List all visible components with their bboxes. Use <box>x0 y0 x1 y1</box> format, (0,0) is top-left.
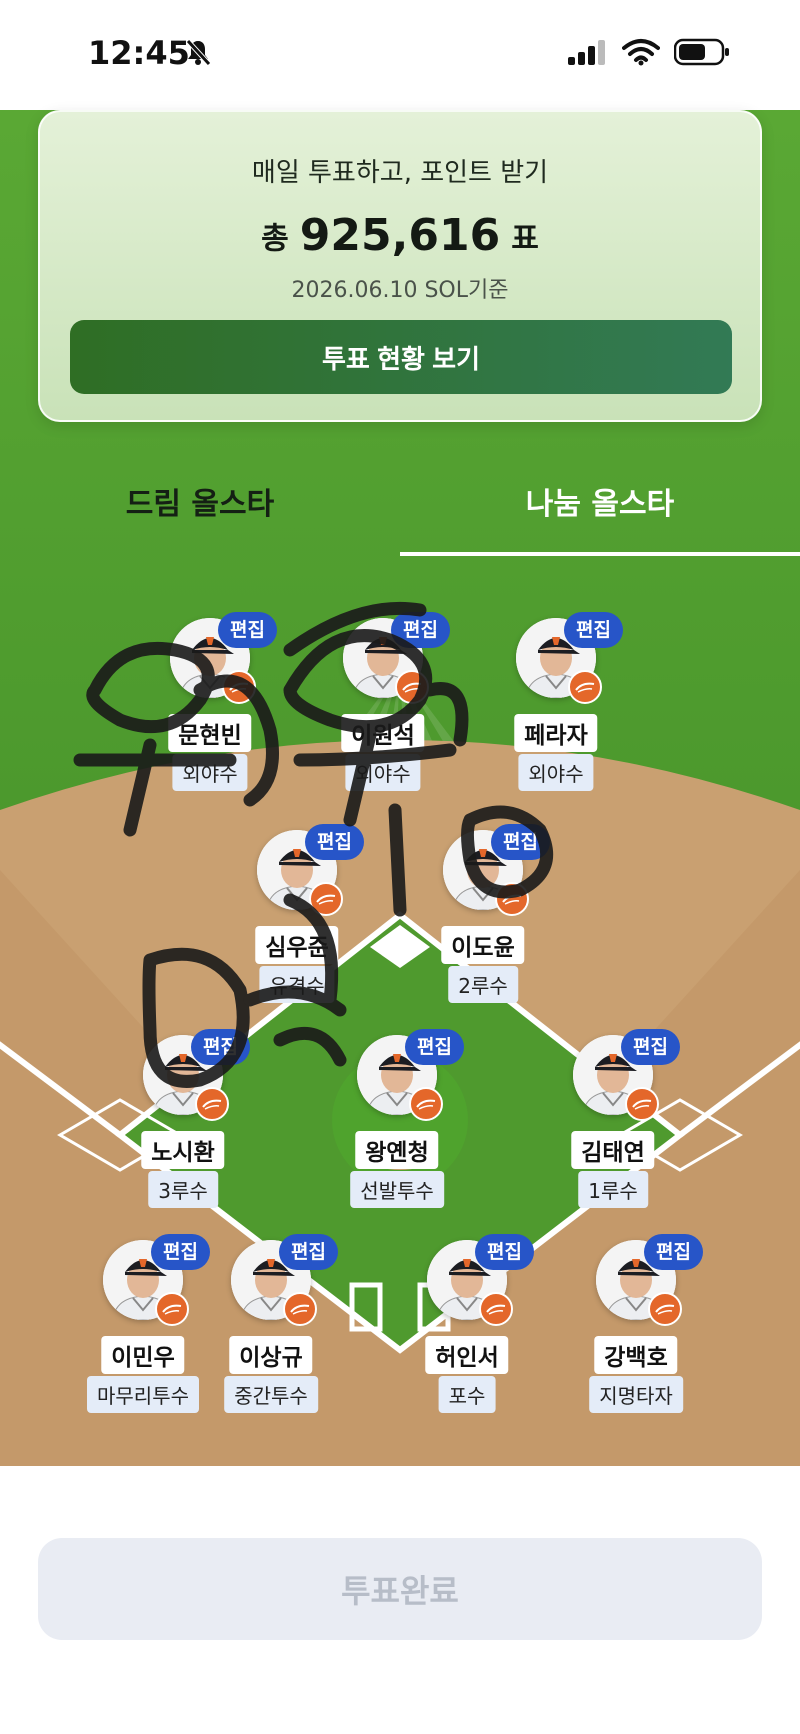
tab-nanum-allstar[interactable]: 나눔 올스타 <box>400 462 800 554</box>
edit-button[interactable]: 편집 <box>191 1029 250 1065</box>
player-name: 강백호 <box>594 1336 678 1374</box>
edit-button[interactable]: 편집 <box>218 612 277 648</box>
total-suffix: 표 <box>511 221 539 257</box>
player-card[interactable]: 편집강백호 지명타자 <box>566 1234 706 1500</box>
player-position: 외야수 <box>172 754 248 791</box>
status-time: 12:45 <box>88 34 190 72</box>
team-logo-icon <box>395 670 429 704</box>
player-name: 이민우 <box>101 1336 185 1374</box>
player-position: 3루수 <box>148 1171 218 1208</box>
status-bar: 12:45 <box>0 0 800 110</box>
battery-icon <box>673 38 730 70</box>
team-logo-icon <box>309 882 343 916</box>
vote-status-button[interactable]: 투표 현황 보기 <box>70 320 732 394</box>
player-card[interactable]: 편집허인서 포수 <box>397 1234 537 1500</box>
player-name: 이도윤 <box>441 926 525 964</box>
player-name: 허인서 <box>425 1336 509 1374</box>
vote-complete-button[interactable]: 투표완료 <box>38 1538 762 1640</box>
edit-button[interactable]: 편집 <box>405 1029 464 1065</box>
player-position: 포수 <box>438 1376 496 1413</box>
player-card[interactable]: 편집이상규 중간투수 <box>201 1234 341 1500</box>
card-heading: 매일 투표하고, 포인트 받기 <box>251 158 549 188</box>
player-name: 김태연 <box>571 1131 655 1169</box>
team-logo-icon <box>409 1087 443 1121</box>
team-logo-icon <box>283 1292 317 1326</box>
status-indicators <box>568 38 730 70</box>
player-name: 왕옌청 <box>355 1131 439 1169</box>
edit-button[interactable]: 편집 <box>621 1029 680 1065</box>
player-position: 유격수 <box>259 966 335 1003</box>
total-votes: 총 925,616 표 <box>40 210 760 261</box>
player-position: 외야수 <box>345 754 421 791</box>
vote-summary-card: 매일 투표하고, 포인트 받기 총 925,616 표 2026.06.10 S… <box>38 110 762 422</box>
allstar-tabs: 드림 올스타 나눔 올스타 <box>0 462 800 558</box>
team-logo-icon <box>222 670 256 704</box>
player-position: 중간투수 <box>224 1376 318 1413</box>
total-count: 925,616 <box>299 210 501 261</box>
player-card[interactable]: 편집 이민우 마무리투수 <box>73 1234 213 1500</box>
edit-button[interactable]: 편집 <box>644 1234 703 1270</box>
player-name: 심우준 <box>255 926 339 964</box>
team-logo-icon <box>648 1292 682 1326</box>
edit-button[interactable]: 편집 <box>279 1234 338 1270</box>
wifi-icon <box>622 38 660 70</box>
player-position: 외야수 <box>518 754 594 791</box>
player-position: 1루수 <box>578 1171 648 1208</box>
team-logo-icon <box>495 882 529 916</box>
tab-dream-allstar[interactable]: 드림 올스타 <box>0 462 400 554</box>
edit-button[interactable]: 편집 <box>564 612 623 648</box>
edit-button[interactable]: 편집 <box>391 612 450 648</box>
active-tab-indicator <box>400 552 800 556</box>
player-name: 문현빈 <box>168 714 252 752</box>
player-name: 노시환 <box>141 1131 225 1169</box>
edit-button[interactable]: 편집 <box>305 824 364 860</box>
team-logo-icon <box>568 670 602 704</box>
player-name: 페라자 <box>514 714 598 752</box>
player-position: 선발투수 <box>350 1171 444 1208</box>
player-name: 이원석 <box>341 714 425 752</box>
player-position: 2루수 <box>448 966 518 1003</box>
total-prefix: 총 <box>261 221 289 257</box>
card-date: 2026.06.10 SOL기준 <box>291 278 509 303</box>
team-logo-icon <box>195 1087 229 1121</box>
player-name: 이상규 <box>229 1336 313 1374</box>
edit-button[interactable]: 편집 <box>491 824 550 860</box>
edit-button[interactable]: 편집 <box>475 1234 534 1270</box>
team-logo-icon <box>155 1292 189 1326</box>
team-logo-icon <box>625 1087 659 1121</box>
player-position: 마무리투수 <box>87 1376 199 1413</box>
team-logo-icon <box>479 1292 513 1326</box>
bell-muted-icon <box>184 38 212 70</box>
player-position: 지명타자 <box>589 1376 683 1413</box>
cellular-signal-icon <box>568 39 608 69</box>
